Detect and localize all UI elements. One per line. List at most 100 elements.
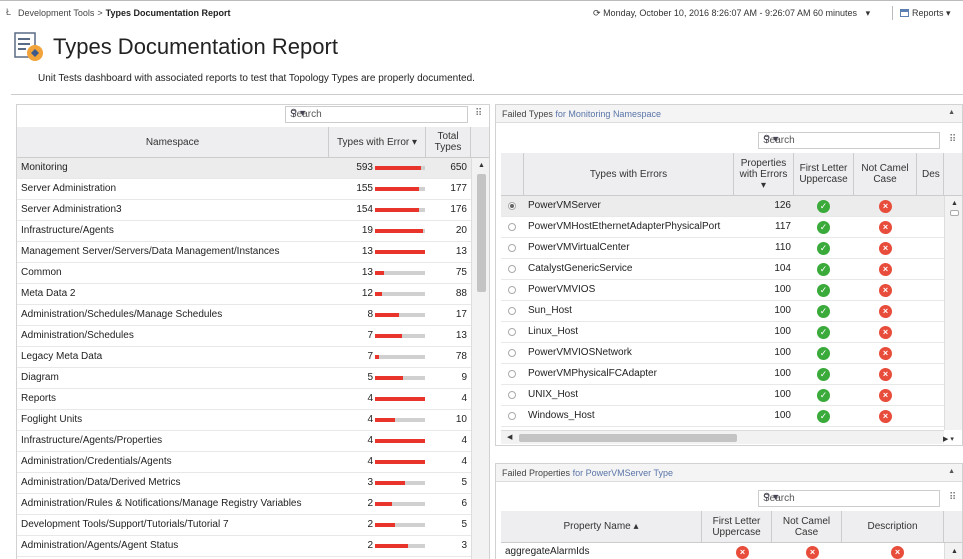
table-row[interactable]: Administration/Agents/Agent Status 2 3 [17,536,471,557]
time-range-selector[interactable]: ⟳ Monday, October 10, 2016 8:26:07 AM - … [593,8,870,19]
table-row[interactable]: Common 13 75 [17,263,471,284]
row-radio-button[interactable] [508,244,516,252]
row-radio-button[interactable] [508,286,516,294]
row-radio-button[interactable] [508,391,516,399]
row-radio-button[interactable] [508,349,516,357]
errors-value: 7 [367,330,373,341]
col-header-first-letter-uppercase[interactable]: First Letter Uppercase [702,511,772,543]
properties-scrollbar[interactable]: ▲ [944,543,962,559]
error-ratio-fill [375,292,382,296]
total-value: 5 [461,519,467,530]
row-radio-button[interactable] [508,265,516,273]
row-radio-button[interactable] [508,370,516,378]
check-icon: ✓ [817,347,830,360]
table-row[interactable]: Diagram 5 9 [17,368,471,389]
error-icon: × [879,263,892,276]
reports-menu[interactable]: Reports ▾ [900,8,951,19]
col-header-not-camel-case[interactable]: Not Camel Case [772,511,842,543]
settings-icon[interactable]: ⠿ [949,134,956,145]
error-icon: × [879,389,892,402]
search-icon[interactable]: ⚲ ▾ [763,492,933,503]
error-ratio-bar [375,544,425,548]
scroll-up-icon[interactable]: ▲ [478,162,485,170]
table-row[interactable]: PowerVMServer 126 ✓ × [501,196,944,217]
namespace-cell: Meta Data 2 [21,288,76,299]
table-row[interactable]: Administration/Rules & Notifications/Man… [17,494,471,515]
scroll-up-icon[interactable]: ▲ [951,200,958,208]
scroll-up-icon[interactable]: ▲ [951,548,958,556]
table-row[interactable]: UNIX_Host 100 ✓ × [501,385,944,406]
namespace-cell: Monitoring [21,162,68,173]
table-row[interactable]: Infrastructure/Agents/Properties 4 4 [17,431,471,452]
error-ratio-bar [375,376,425,380]
types-vertical-scrollbar[interactable]: ▲ [944,196,962,430]
scroll-thumb[interactable] [477,174,486,292]
table-row[interactable]: Administration/Schedules 7 13 [17,326,471,347]
table-row[interactable]: Monitoring 593 650 [17,158,471,179]
scroll-left-icon[interactable]: ◀ [507,434,512,442]
col-header-description[interactable]: Description [842,511,944,543]
col-header-not-camel-case[interactable]: Not Camel Case [854,153,917,196]
col-header-first-letter-uppercase[interactable]: First Letter Uppercase [794,153,854,196]
col-header-types-with-error[interactable]: Types with Error ▾ [329,127,426,158]
types-search-input[interactable]: Search ⚲ ▾ [758,132,940,149]
collapse-icon[interactable]: ▲ [948,468,955,475]
error-ratio-fill [375,523,395,527]
errors-value: 19 [361,225,373,236]
table-row[interactable]: Linux_Host 100 ✓ × [501,322,944,343]
row-radio-button[interactable] [508,223,516,231]
row-radio-button[interactable] [508,202,516,210]
table-row[interactable]: CatalystGenericService 104 ✓ × [501,259,944,280]
col-header-types-with-errors[interactable]: Types with Errors [524,153,734,196]
table-row[interactable]: PowerVMVIOSNetwork 100 ✓ × [501,343,944,364]
search-icon[interactable]: ⚲ ▾ [763,134,933,145]
namespace-scrollbar[interactable]: ▲ [471,158,489,559]
table-row[interactable]: Legacy Meta Data 7 78 [17,347,471,368]
table-row[interactable]: Server Administration 155 177 [17,179,471,200]
table-row[interactable]: Sun_Host 100 ✓ × [501,301,944,322]
error-ratio-bar [375,292,425,296]
col-header-total-types[interactable]: Total Types [426,127,471,158]
error-ratio-bar [375,481,425,485]
scroll-right-icon[interactable]: ▶ ▾ [943,436,954,444]
col-header-properties-with-errors[interactable]: Properties with Errors ▾ [734,153,794,196]
col-header-description[interactable]: Des [917,153,944,196]
panel-title: Failed Properties [502,468,571,478]
table-row[interactable]: Server Administration3 154 176 [17,200,471,221]
total-value: 4 [461,456,467,467]
types-horizontal-scrollbar[interactable]: ◀ [501,430,944,444]
table-row[interactable]: Infrastructure/Agents 19 20 [17,221,471,242]
table-row[interactable]: PowerVMVirtualCenter 110 ✓ × [501,238,944,259]
properties-search-input[interactable]: Search ⚲ ▾ [758,490,940,507]
error-ratio-fill [375,208,419,212]
collapse-icon[interactable]: ▲ [948,109,955,116]
row-radio-button[interactable] [508,412,516,420]
tree-icon: Ł [6,7,12,17]
error-ratio-bar [375,187,425,191]
table-row[interactable]: Management Server/Servers/Data Managemen… [17,242,471,263]
table-row[interactable]: PowerVMHostEthernetAdapterPhysicalPort 11… [501,217,944,238]
breadcrumb-parent[interactable]: Development Tools [18,8,94,18]
table-row[interactable]: Administration/Schedules/Manage Schedule… [17,305,471,326]
settings-icon[interactable]: ⠿ [475,108,482,119]
table-row[interactable]: Development Tools/Support/Tutorials/Tuto… [17,515,471,536]
report-document-icon [14,32,43,61]
table-row[interactable]: Reports 4 4 [17,389,471,410]
table-row[interactable]: Administration/Credentials/Agents 4 4 [17,452,471,473]
scroll-thumb[interactable] [519,434,737,442]
table-row[interactable]: Meta Data 2 12 88 [17,284,471,305]
settings-icon[interactable]: ⠿ [949,492,956,503]
row-radio-button[interactable] [508,307,516,315]
table-row[interactable]: Administration/Data/Derived Metrics 3 5 [17,473,471,494]
col-header-namespace[interactable]: Namespace [17,127,329,158]
table-row[interactable]: Windows_Host 100 ✓ × [501,406,944,427]
table-row[interactable]: aggregateAlarmIds × × × [501,543,944,559]
col-header-property-name[interactable]: Property Name ▴ [501,511,702,543]
namespace-search-input[interactable]: Search ⚲ ▾ [285,106,468,123]
table-row[interactable]: PowerVMPhysicalFCAdapter 100 ✓ × [501,364,944,385]
search-icon[interactable]: ⚲ ▾ [290,108,461,119]
scroll-thumb[interactable] [950,210,959,216]
table-row[interactable]: Foglight Units 4 10 [17,410,471,431]
table-row[interactable]: PowerVMVIOS 100 ✓ × [501,280,944,301]
row-radio-button[interactable] [508,328,516,336]
